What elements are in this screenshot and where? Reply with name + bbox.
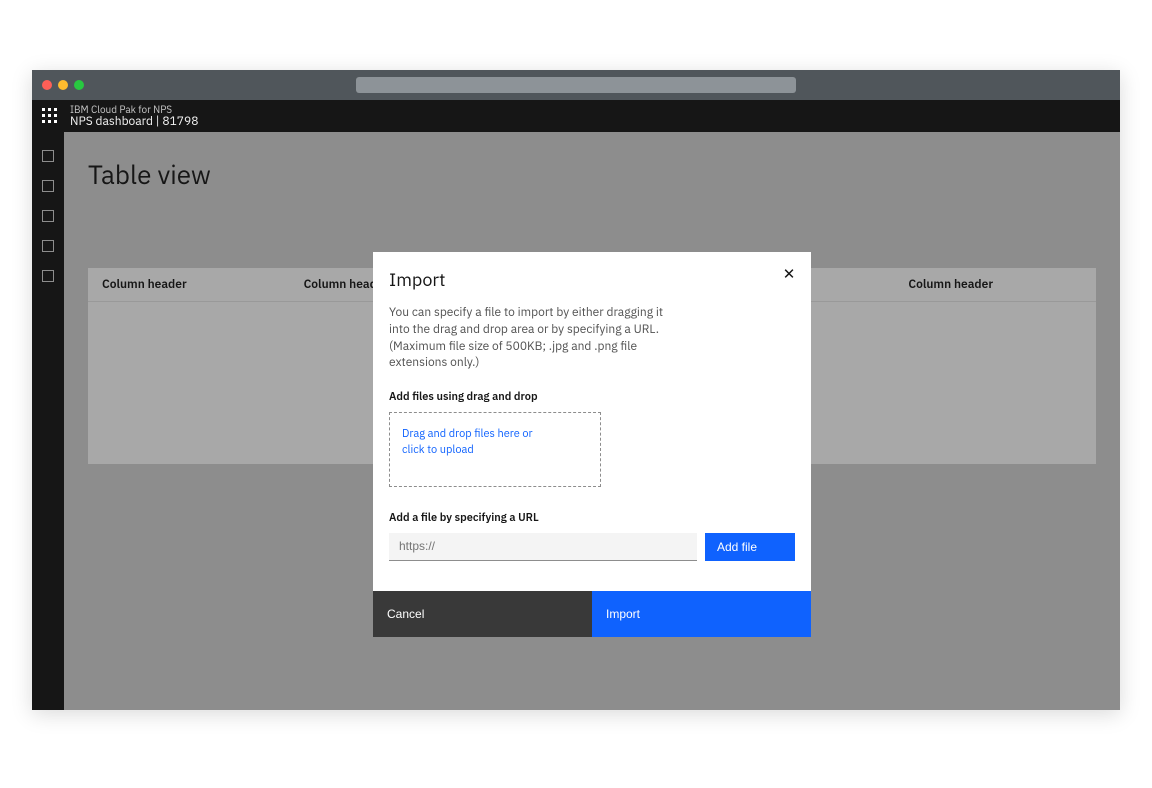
add-file-button[interactable]: Add file [705, 533, 795, 561]
nav-item-icon[interactable] [42, 210, 54, 222]
url-input[interactable] [389, 533, 697, 561]
dropzone-text: Drag and drop files here or click to upl… [402, 427, 552, 458]
nav-item-icon[interactable] [42, 150, 54, 162]
traffic-lights [42, 80, 84, 90]
nav-item-icon[interactable] [42, 240, 54, 252]
modal-title: Import [389, 268, 795, 291]
modal-footer: Cancel Import [373, 591, 811, 637]
modal-description: You can specify a file to import by eith… [389, 305, 679, 372]
browser-url-bar[interactable] [356, 77, 796, 93]
nav-item-icon[interactable] [42, 270, 54, 282]
content-area: Table view Column header Column header C… [32, 132, 1120, 710]
modal-body: ✕ Import You can specify a file to impor… [373, 252, 811, 591]
import-modal: ✕ Import You can specify a file to impor… [373, 252, 811, 637]
drag-drop-label: Add files using drag and drop [389, 390, 795, 404]
header-titles: IBM Cloud Pak for NPS NPS dashboard | 81… [70, 104, 198, 128]
close-icon[interactable]: ✕ [779, 264, 799, 284]
url-section-label: Add a file by specifying a URL [389, 511, 795, 525]
close-window-icon[interactable] [42, 80, 52, 90]
file-dropzone[interactable]: Drag and drop files here or click to upl… [389, 412, 601, 487]
nav-item-icon[interactable] [42, 180, 54, 192]
app-header: IBM Cloud Pak for NPS NPS dashboard | 81… [32, 100, 1120, 132]
window-titlebar [32, 70, 1120, 100]
maximize-window-icon[interactable] [74, 80, 84, 90]
cancel-button[interactable]: Cancel [373, 591, 592, 637]
modal-overlay: ✕ Import You can specify a file to impor… [64, 132, 1120, 710]
main-panel: Table view Column header Column header C… [64, 132, 1120, 710]
left-nav [32, 132, 64, 710]
page-name: NPS dashboard | 81798 [70, 115, 198, 128]
app-switcher-icon[interactable] [42, 108, 58, 124]
import-button[interactable]: Import [592, 591, 811, 637]
app-window: IBM Cloud Pak for NPS NPS dashboard | 81… [32, 70, 1120, 710]
url-input-row: Add file [389, 533, 795, 561]
minimize-window-icon[interactable] [58, 80, 68, 90]
